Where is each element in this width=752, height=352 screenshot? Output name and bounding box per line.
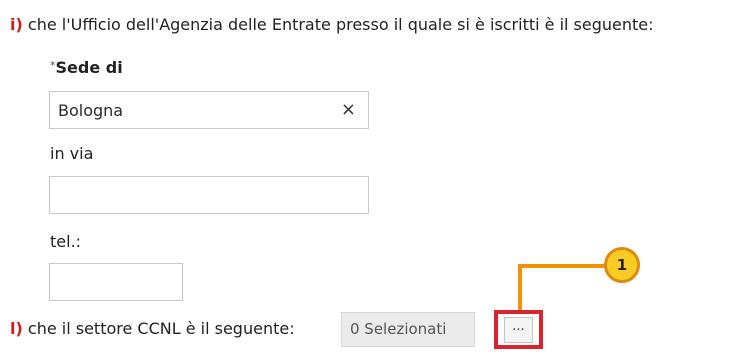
clear-icon[interactable]: × [341, 99, 356, 120]
step-badge: 1 [604, 247, 640, 283]
sede-label: *Sede di [50, 58, 123, 77]
via-input[interactable] [49, 176, 369, 214]
section-i-line: i) che l'Ufficio dell'Agenzia delle Entr… [10, 15, 654, 34]
section-i-marker: i) [10, 15, 23, 34]
sede-input-value: Bologna [58, 101, 124, 120]
sede-input[interactable]: Bologna × [49, 91, 369, 129]
required-mark: * [50, 59, 56, 72]
callout-line-vertical [518, 266, 522, 312]
highlight-box [494, 310, 543, 349]
via-label: in via [50, 144, 94, 163]
tel-input[interactable] [49, 263, 183, 301]
tel-label: tel.: [50, 232, 82, 251]
section-l-marker: l) [10, 319, 23, 338]
callout-line-horizontal [518, 264, 610, 268]
section-l-text: che il settore CCNL è il seguente: [27, 319, 295, 338]
ccnl-selection-display: 0 Selezionati [341, 312, 475, 347]
sede-label-text: Sede di [55, 58, 123, 77]
section-l-line: l) che il settore CCNL è il seguente: [10, 319, 295, 338]
section-i-text: che l'Ufficio dell'Agenzia delle Entrate… [27, 15, 654, 34]
